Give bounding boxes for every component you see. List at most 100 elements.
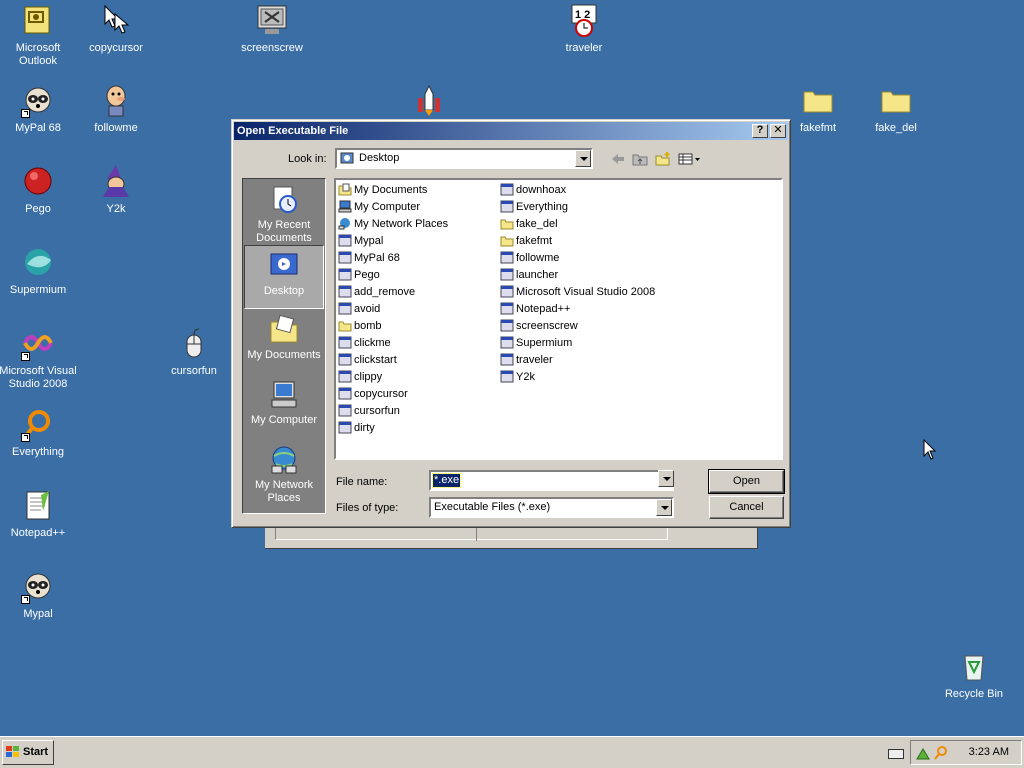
file-list-item-label: fake_del — [516, 218, 558, 230]
view-menu-icon[interactable] — [678, 152, 702, 166]
file-list-item[interactable]: followme — [500, 250, 655, 267]
my-computer-icon — [268, 379, 300, 411]
monitor-icon — [255, 4, 289, 38]
file-list-item[interactable]: Y2k — [500, 369, 655, 386]
desktop-icon-copycursor[interactable]: copycursor — [76, 4, 156, 55]
file-type-dropdown-arrow[interactable] — [656, 499, 672, 516]
file-list-item[interactable]: screenscrew — [500, 318, 655, 335]
file-list-item[interactable]: cursorfun — [338, 403, 448, 420]
file-list-item[interactable]: My Computer — [338, 199, 448, 216]
file-list-item[interactable]: clippy — [338, 369, 448, 386]
file-list-item[interactable]: clickme — [338, 335, 448, 352]
place-my-documents[interactable]: My Documents — [244, 310, 324, 374]
file-list-item[interactable]: Pego — [338, 267, 448, 284]
file-list-item-label: cursorfun — [354, 405, 400, 417]
everything-tray-icon[interactable] — [933, 745, 949, 761]
back-arrow-icon[interactable] — [610, 152, 626, 166]
calendar-clock-icon: 1 2 — [567, 4, 601, 38]
desktop-icon-notepadpp[interactable]: Notepad++ — [0, 489, 78, 540]
file-list-item[interactable]: add_remove — [338, 284, 448, 301]
place-my-network-places[interactable]: My Network Places — [244, 440, 324, 504]
open-button[interactable]: Open — [708, 469, 785, 494]
file-icon — [338, 251, 352, 264]
file-list-item[interactable]: My Documents — [338, 182, 448, 199]
file-list-item[interactable]: Mypal — [338, 233, 448, 250]
file-list-item-label: Y2k — [516, 371, 535, 383]
file-list-item[interactable]: traveler — [500, 352, 655, 369]
file-list[interactable]: My Documents My Computer My Network Places… — [334, 178, 783, 460]
file-list-item-label: Notepad++ — [516, 303, 571, 315]
place-desktop[interactable]: Desktop — [244, 245, 324, 309]
file-list-item[interactable]: Everything — [500, 199, 655, 216]
clock[interactable]: 3:23 AM — [969, 746, 1009, 758]
file-list-item[interactable]: dirty — [338, 420, 448, 437]
desktop-icon-mypal[interactable]: Mypal — [0, 570, 78, 621]
file-list-item[interactable]: avoid — [338, 301, 448, 318]
recycle-bin-icon — [957, 650, 991, 684]
desktop-icon-recycle-bin[interactable]: Recycle Bin — [934, 650, 1014, 701]
desktop-icon-cursorfun[interactable]: cursorfun — [154, 327, 234, 378]
keyboard-icon[interactable] — [888, 749, 904, 759]
mouse-pointer-icon — [923, 438, 937, 461]
file-icon — [338, 200, 352, 213]
file-list-item-label: avoid — [354, 303, 381, 315]
file-type-combo[interactable]: Executable Files (*.exe) — [429, 497, 674, 518]
windows-flag-icon — [6, 746, 20, 758]
file-list-item[interactable]: My Network Places — [338, 216, 448, 233]
desktop-icon-supermium[interactable]: Supermium — [0, 246, 78, 297]
file-list-item-label: Pego — [354, 269, 380, 281]
file-list-item-label: Everything — [516, 201, 568, 213]
desktop-icon-mypal68[interactable]: MyPal 68 — [0, 84, 78, 135]
file-list-item[interactable]: clickstart — [338, 352, 448, 369]
look-in-combo[interactable]: Desktop — [335, 148, 593, 169]
file-list-item[interactable]: Supermium — [500, 335, 655, 352]
look-in-dropdown-arrow[interactable] — [575, 150, 591, 167]
file-list-item-label: add_remove — [354, 286, 416, 298]
file-list-item[interactable]: Notepad++ — [500, 301, 655, 318]
file-name-value: *.exe — [431, 473, 462, 488]
recent-documents-icon — [268, 184, 300, 216]
file-icon — [338, 302, 352, 315]
cancel-button[interactable]: Cancel — [709, 496, 784, 519]
file-list-item[interactable]: copycursor — [338, 386, 448, 403]
file-name-input[interactable]: *.exe — [429, 470, 674, 491]
desktop-icon-outlook[interactable]: Microsoft Outlook — [0, 4, 78, 68]
folder-icon — [801, 84, 835, 118]
file-list-item[interactable]: launcher — [500, 267, 655, 284]
desktop-icon-traveler[interactable]: 1 2 traveler — [544, 4, 624, 55]
places-bar: My Recent Documents Desktop My Documents… — [242, 178, 326, 514]
file-name-dropdown-arrow[interactable] — [658, 470, 674, 487]
desktop-icon-everything[interactable]: Everything — [0, 408, 78, 459]
desktop-icon-y2k[interactable]: Y2k — [76, 165, 156, 216]
file-list-item-label: bomb — [354, 320, 382, 332]
file-list-item-label: followme — [516, 252, 560, 264]
file-list-item-label: Supermium — [516, 337, 573, 349]
file-list-item[interactable]: fake_del — [500, 216, 655, 233]
file-list-item[interactable]: bomb — [338, 318, 448, 335]
file-list-item[interactable]: MyPal 68 — [338, 250, 448, 267]
place-my-recent-documents[interactable]: My Recent Documents — [244, 180, 324, 244]
outlook-icon — [21, 4, 55, 38]
file-list-item[interactable]: fakefmt — [500, 233, 655, 250]
folder-icon — [500, 234, 514, 247]
notepad-icon — [21, 489, 55, 523]
desktop-icon-pego[interactable]: Pego — [0, 165, 78, 216]
dialog-titlebar[interactable]: Open Executable File ? ✕ — [234, 122, 788, 140]
look-in-value: Desktop — [359, 152, 400, 164]
file-list-item[interactable]: downhoax — [500, 182, 655, 199]
network-tray-icon[interactable] — [915, 745, 931, 761]
desktop-icon-followme[interactable]: followme — [76, 84, 156, 135]
file-list-item-label: fakefmt — [516, 235, 553, 247]
desktop-icon-visual-studio[interactable]: Microsoft Visual Studio 2008 — [0, 327, 78, 391]
desktop-icon-fake-del[interactable]: fake_del — [856, 84, 936, 135]
desktop-icon-screenscrew[interactable]: screenscrew — [232, 4, 312, 55]
up-folder-icon[interactable] — [632, 152, 648, 166]
new-folder-icon[interactable] — [655, 152, 671, 166]
file-list-item[interactable]: Microsoft Visual Studio 2008 — [500, 284, 655, 301]
start-button[interactable]: Start — [2, 740, 54, 765]
rocket-icon[interactable] — [412, 84, 446, 118]
close-button[interactable]: ✕ — [770, 124, 786, 138]
file-icon — [500, 353, 514, 366]
place-my-computer[interactable]: My Computer — [244, 375, 324, 439]
help-button[interactable]: ? — [752, 124, 768, 138]
